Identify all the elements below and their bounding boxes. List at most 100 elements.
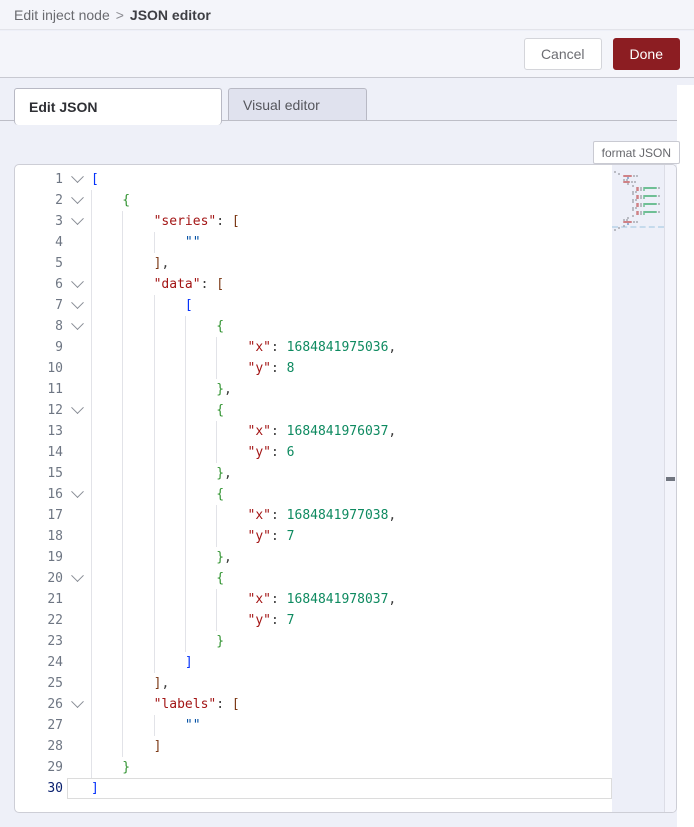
code-text[interactable]: "series": [ (91, 211, 612, 232)
breadcrumb-parent[interactable]: Edit inject node (14, 7, 110, 23)
code-text[interactable]: "x": 1684841978037, (91, 589, 612, 610)
minimap-line (614, 171, 616, 173)
indent-guide (91, 274, 92, 295)
code-line[interactable]: 9"x": 1684841975036, (15, 337, 612, 358)
fold-chevron-down-icon[interactable] (71, 485, 84, 498)
code-line[interactable]: 17"x": 1684841977038, (15, 505, 612, 526)
fold-chevron-down-icon[interactable] (71, 695, 84, 708)
code-text[interactable]: "y": 8 (91, 358, 612, 379)
indent-guide (122, 337, 123, 358)
cancel-button[interactable]: Cancel (524, 38, 602, 70)
code-text[interactable]: "y": 7 (91, 610, 612, 631)
line-number: 25 (15, 673, 63, 694)
fold-chevron-down-icon[interactable] (71, 170, 84, 183)
editor-scrollbar-thumb[interactable] (666, 477, 675, 481)
editor-minimap[interactable] (612, 165, 664, 812)
indent-guide (91, 526, 92, 547)
code-text[interactable]: }, (91, 547, 612, 568)
code-text[interactable]: } (91, 757, 612, 778)
code-line[interactable]: 26"labels": [ (15, 694, 612, 715)
json-code-editor[interactable]: 1[2{3"series": [4""5],6 "data": [7[8{9"x"… (14, 164, 677, 813)
code-text[interactable]: { (91, 190, 612, 211)
code-text[interactable]: { (91, 400, 612, 421)
code-text[interactable]: "labels": [ (91, 694, 612, 715)
code-line[interactable]: 27"" (15, 715, 612, 736)
code-line[interactable]: 7[ (15, 295, 612, 316)
code-line[interactable]: 10"y": 8 (15, 358, 612, 379)
code-text[interactable]: }, (91, 463, 612, 484)
code-line[interactable]: 25], (15, 673, 612, 694)
code-text[interactable]: ] (91, 778, 612, 799)
code-text[interactable]: ], (91, 673, 612, 694)
code-text[interactable]: ] (91, 652, 612, 673)
fold-chevron-down-icon[interactable] (71, 191, 84, 204)
tab-edit-json[interactable]: Edit JSON (14, 88, 222, 125)
indent-guide (185, 421, 186, 442)
fold-chevron-down-icon[interactable] (71, 401, 84, 414)
code-line[interactable]: 30] (15, 778, 612, 799)
format-json-button[interactable]: format JSON (593, 141, 680, 164)
code-line[interactable]: 23} (15, 631, 612, 652)
code-line[interactable]: 24] (15, 652, 612, 673)
code-line[interactable]: 28] (15, 736, 612, 757)
indent-guide (91, 694, 92, 715)
code-text[interactable]: "x": 1684841976037, (91, 421, 612, 442)
code-line[interactable]: 20{ (15, 568, 612, 589)
done-button[interactable]: Done (613, 38, 680, 70)
code-lines[interactable]: 1[2{3"series": [4""5],6 "data": [7[8{9"x"… (15, 165, 612, 812)
indent-guide (154, 631, 155, 652)
code-text[interactable]: "y": 6 (91, 442, 612, 463)
code-line[interactable]: 15}, (15, 463, 612, 484)
code-line[interactable]: 18 "y": 7 (15, 526, 612, 547)
code-text[interactable]: }, (91, 379, 612, 400)
minimap-line (636, 189, 645, 191)
editor-scrollbar-track[interactable] (664, 165, 676, 812)
code-line[interactable]: 22"y": 7 (15, 610, 612, 631)
code-line[interactable]: 13 "x": 1684841976037, (15, 421, 612, 442)
minimap-line (618, 173, 620, 175)
fold-chevron-down-icon[interactable] (71, 296, 84, 309)
line-number: 28 (15, 736, 63, 757)
code-text[interactable]: { (91, 568, 612, 589)
fold-chevron-down-icon[interactable] (71, 569, 84, 582)
code-line[interactable]: 12{ (15, 400, 612, 421)
code-text[interactable]: [ (91, 169, 612, 190)
indent-guide (91, 568, 92, 589)
code-text[interactable]: "" (91, 715, 612, 736)
code-line[interactable]: 8{ (15, 316, 612, 337)
code-text[interactable]: } (91, 631, 612, 652)
code-line[interactable]: 16{ (15, 484, 612, 505)
fold-chevron-down-icon[interactable] (71, 317, 84, 330)
code-text[interactable]: ], (91, 253, 612, 274)
code-line[interactable]: 11}, (15, 379, 612, 400)
code-line[interactable]: 29} (15, 757, 612, 778)
code-text[interactable]: "x": 1684841975036, (91, 337, 612, 358)
code-line[interactable]: 2{ (15, 190, 612, 211)
indent-guide (91, 232, 92, 253)
indent-guide (91, 715, 92, 736)
code-text[interactable]: "y": 7 (91, 526, 612, 547)
code-text[interactable]: { (91, 484, 612, 505)
code-line[interactable]: 21"x": 1684841978037, (15, 589, 612, 610)
code-line[interactable]: 6 "data": [ (15, 274, 612, 295)
indent-guide (91, 610, 92, 631)
code-text[interactable]: { (91, 316, 612, 337)
code-text[interactable]: "" (91, 232, 612, 253)
tab-visual-editor[interactable]: Visual editor (228, 88, 367, 120)
code-line[interactable]: 5], (15, 253, 612, 274)
line-number: 13 (15, 421, 63, 442)
code-line[interactable]: 1[ (15, 169, 612, 190)
code-text[interactable]: "data": [ (91, 274, 612, 295)
line-number: 18 (15, 526, 63, 547)
code-line[interactable]: 14"y": 6 (15, 442, 612, 463)
code-line[interactable]: 19}, (15, 547, 612, 568)
code-line[interactable]: 4"" (15, 232, 612, 253)
indent-guide (185, 379, 186, 400)
fold-chevron-down-icon[interactable] (71, 212, 84, 225)
line-number: 6 (15, 274, 63, 295)
code-text[interactable]: "x": 1684841977038, (91, 505, 612, 526)
code-text[interactable]: ] (91, 736, 612, 757)
fold-chevron-down-icon[interactable] (71, 275, 84, 288)
code-text[interactable]: [ (91, 295, 612, 316)
code-line[interactable]: 3"series": [ (15, 211, 612, 232)
